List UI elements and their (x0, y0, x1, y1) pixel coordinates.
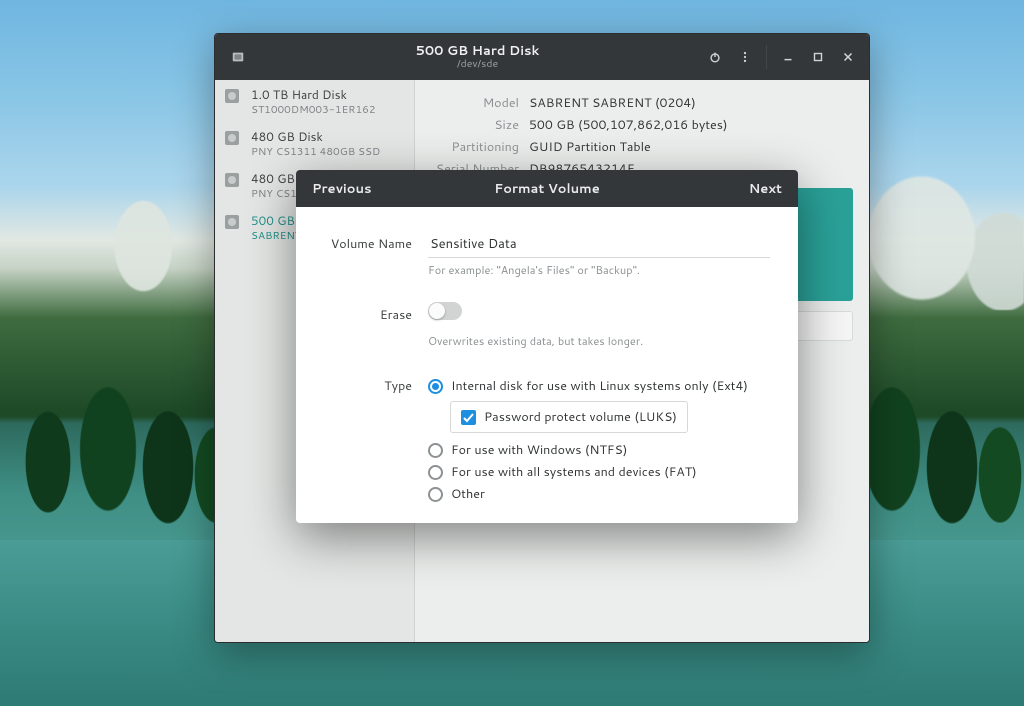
type-option-label: Internal disk for use with Linux systems… (451, 377, 748, 395)
value-size: 500 GB (500,107,862,016 bytes) (529, 116, 728, 134)
value-model: SABRENT SABRENT (0204) (529, 94, 696, 112)
label-size: Size (431, 116, 519, 134)
type-option-label: For use with Windows (NTFS) (451, 441, 627, 459)
type-option-other[interactable]: Other (428, 485, 770, 503)
volume-name-input[interactable] (428, 231, 770, 258)
type-option-label: Other (451, 485, 485, 503)
disk-item-1[interactable]: 480 GB Disk PNY CS1311 480GB SSD (215, 122, 414, 164)
value-part: GUID Partition Table (529, 138, 651, 156)
app-menu-icon[interactable] (225, 44, 251, 70)
label-part: Partitioning (431, 138, 519, 156)
close-button[interactable] (835, 44, 861, 70)
power-icon[interactable] (702, 44, 728, 70)
hdd-icon (223, 171, 243, 191)
wallpaper-forest-left (0, 280, 240, 540)
volume-name-hint: For example: "Angela's Files" or "Backup… (428, 262, 770, 278)
window-titlebar: 500 GB Hard Disk /dev/sde (215, 34, 869, 80)
disk-item-sub: ST1000DM003-1ER162 (251, 103, 406, 117)
erase-label: Erase (324, 302, 412, 324)
volume-name-label: Volume Name (324, 231, 412, 253)
type-option-ntfs[interactable]: For use with Windows (NTFS) (428, 441, 770, 459)
maximize-button[interactable] (805, 44, 831, 70)
previous-button[interactable]: Previous (312, 180, 382, 198)
hdd-icon (223, 87, 243, 107)
radio-icon (428, 379, 443, 394)
hdd-icon (223, 129, 243, 149)
luks-label: Password protect volume (LUKS) (484, 408, 677, 426)
type-option-ext4[interactable]: Internal disk for use with Linux systems… (428, 377, 770, 395)
radio-icon (428, 465, 443, 480)
dialog-title: Format Volume (382, 180, 712, 198)
disk-item-sub: PNY CS1311 480GB SSD (251, 145, 406, 159)
type-label: Type (324, 373, 412, 395)
dialog-header: Previous Format Volume Next (296, 170, 798, 207)
window-title: 500 GB Hard Disk (253, 44, 702, 59)
label-model: Model (431, 94, 519, 112)
radio-icon (428, 487, 443, 502)
erase-hint: Overwrites existing data, but takes long… (428, 333, 770, 349)
type-option-fat[interactable]: For use with all systems and devices (FA… (428, 463, 770, 481)
titlebar-separator (766, 45, 767, 69)
luks-checkbox-row[interactable]: Password protect volume (LUKS) (450, 401, 688, 433)
minimize-button[interactable] (775, 44, 801, 70)
checkbox-checked-icon (461, 410, 476, 425)
next-button[interactable]: Next (712, 180, 782, 198)
disk-item-title: 1.0 TB Hard Disk (251, 86, 406, 103)
window-subtitle: /dev/sde (253, 58, 702, 70)
disk-item-title: 480 GB Disk (251, 128, 406, 145)
disk-item-0[interactable]: 1.0 TB Hard Disk ST1000DM003-1ER162 (215, 80, 414, 122)
kebab-menu-icon[interactable] (732, 44, 758, 70)
hdd-icon (223, 213, 243, 233)
radio-icon (428, 443, 443, 458)
erase-toggle[interactable] (428, 302, 462, 320)
type-option-label: For use with all systems and devices (FA… (451, 463, 697, 481)
format-volume-dialog: Previous Format Volume Next Volume Name … (296, 170, 798, 523)
